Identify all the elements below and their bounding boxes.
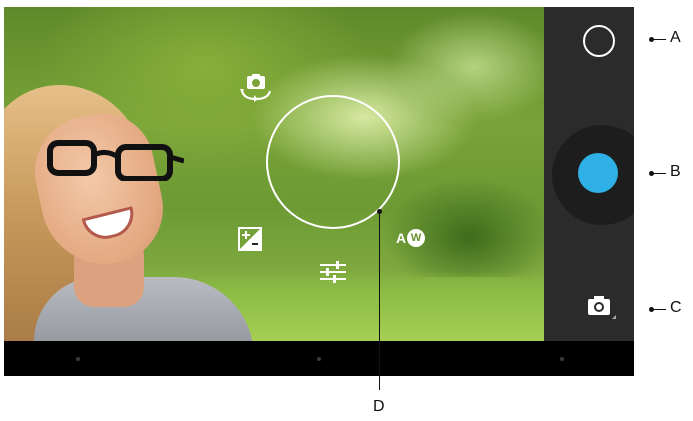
- nav-dot-back[interactable]: [76, 357, 80, 361]
- mode-circle-button[interactable]: [583, 25, 615, 57]
- switch-camera-icon[interactable]: [238, 73, 274, 103]
- callout-d-line: [379, 212, 380, 390]
- callout-c-label: C: [670, 299, 682, 316]
- auto-white-balance-button[interactable]: AW: [396, 229, 426, 247]
- callout-d-label: D: [373, 398, 385, 415]
- settings-sliders-icon[interactable]: [318, 260, 348, 284]
- exposure-icon[interactable]: [238, 227, 262, 251]
- callout-a-line: [652, 39, 666, 40]
- background-trees: [384, 177, 544, 277]
- callout-c-line: [652, 309, 666, 310]
- camera-control-panel: [544, 7, 634, 341]
- camera-screen: AW: [4, 7, 634, 376]
- subject-glasses: [47, 140, 184, 181]
- callout-b-label: B: [670, 163, 681, 180]
- nav-dot-home[interactable]: [317, 357, 321, 361]
- shutter-button[interactable]: [578, 153, 618, 193]
- camera-icon[interactable]: [586, 293, 616, 321]
- navigation-bar: [4, 341, 634, 376]
- awb-badge: W: [407, 229, 426, 247]
- nav-dot-recent[interactable]: [560, 357, 564, 361]
- callout-a-label: A: [670, 29, 681, 46]
- camera-viewfinder[interactable]: AW: [4, 7, 544, 341]
- callout-b-line: [652, 173, 666, 174]
- awb-prefix: A: [396, 230, 407, 246]
